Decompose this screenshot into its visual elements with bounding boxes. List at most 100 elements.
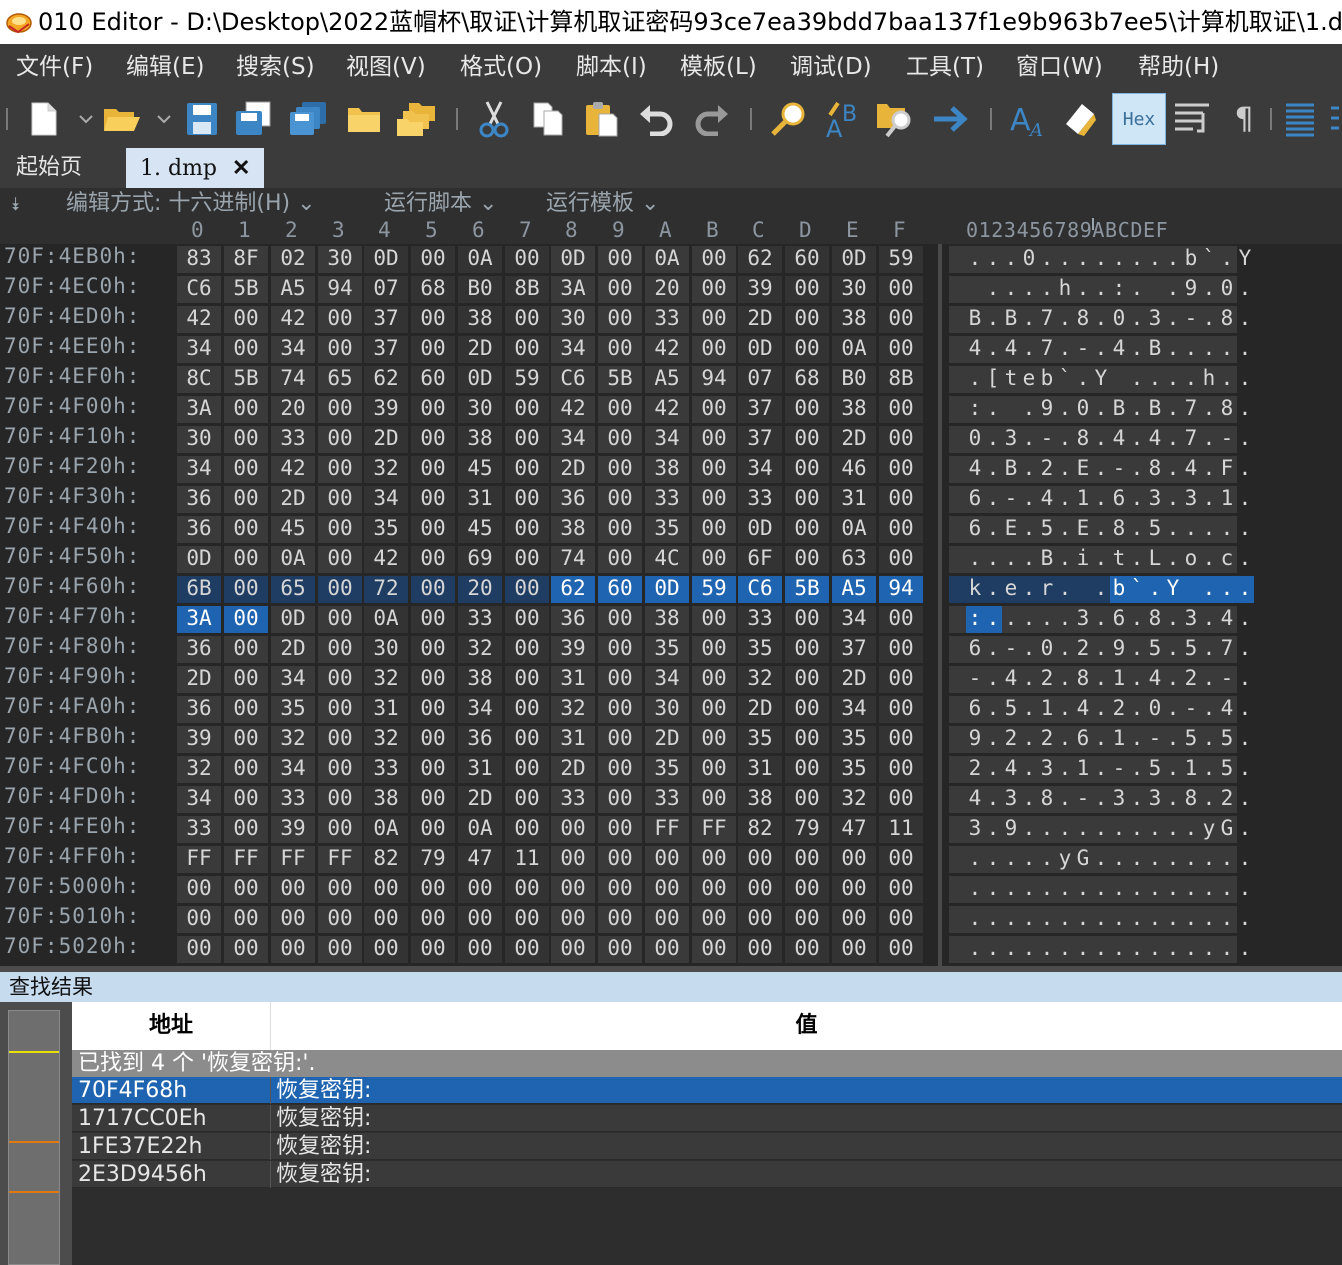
ascii-char[interactable]: .: [1164, 456, 1182, 483]
hex-byte[interactable]: 79: [411, 846, 455, 873]
ascii-char[interactable]: .: [1020, 606, 1038, 633]
ascii-char[interactable]: .: [1164, 876, 1182, 903]
hex-byte[interactable]: 00: [879, 726, 923, 753]
hex-row[interactable]: 70F:4F80h: 36 00 2D 00 30 00 32 00 39 00 35 00 35 00 37…: [0, 634, 1342, 664]
ascii-char[interactable]: 3: [1146, 486, 1164, 513]
hex-byte[interactable]: 36: [177, 486, 221, 513]
hex-byte[interactable]: 00: [785, 426, 829, 453]
menu-format[interactable]: 格式(O): [460, 44, 542, 90]
hex-byte[interactable]: 00: [224, 876, 268, 903]
result-row[interactable]: 70F4F68h 恢复密钥:: [72, 1077, 1342, 1104]
hex-byte[interactable]: 00: [411, 756, 455, 783]
ascii-char[interactable]: .: [984, 546, 1002, 573]
hex-byte[interactable]: 00: [692, 306, 736, 333]
hex-byte[interactable]: 00: [505, 906, 549, 933]
save-icon[interactable]: [180, 97, 224, 141]
hex-byte[interactable]: 00: [785, 726, 829, 753]
hex-byte[interactable]: 00: [879, 876, 923, 903]
hex-byte[interactable]: 0D: [177, 546, 221, 573]
hex-byte[interactable]: 00: [318, 456, 362, 483]
hex-byte[interactable]: 00: [598, 426, 642, 453]
column-header-address[interactable]: 地址: [72, 1002, 271, 1050]
ascii-char[interactable]: 2: [1038, 726, 1056, 753]
hex-byte[interactable]: 33: [738, 606, 782, 633]
hex-byte[interactable]: 00: [692, 876, 736, 903]
menu-search[interactable]: 搜索(S): [236, 44, 315, 90]
hex-byte[interactable]: 00: [505, 876, 549, 903]
ascii-char[interactable]: .: [1200, 456, 1218, 483]
ascii-char[interactable]: .: [1092, 666, 1110, 693]
hex-byte[interactable]: C6: [738, 576, 782, 603]
hex-byte[interactable]: 35: [271, 696, 315, 723]
open-folder-icon[interactable]: [100, 97, 144, 141]
ascii-char[interactable]: .: [1020, 756, 1038, 783]
ascii-char[interactable]: 3: [1146, 786, 1164, 813]
ascii-column[interactable]: :. .9.0.B.B.7.8.: [949, 396, 1251, 423]
hex-byte[interactable]: 2D: [458, 336, 502, 363]
ascii-char[interactable]: .: [984, 336, 1002, 363]
ascii-char[interactable]: .: [1128, 636, 1146, 663]
hex-byte[interactable]: 46: [832, 456, 876, 483]
hex-byte[interactable]: 00: [318, 936, 362, 963]
ascii-char[interactable]: .: [1074, 816, 1092, 843]
hex-byte[interactable]: 00: [505, 816, 549, 843]
hex-byte[interactable]: 00: [692, 606, 736, 633]
ascii-char[interactable]: B: [966, 306, 984, 333]
ascii-char[interactable]: c: [1218, 546, 1236, 573]
hex-byte[interactable]: 36: [177, 696, 221, 723]
ascii-char[interactable]: 4: [1146, 666, 1164, 693]
hex-byte[interactable]: 00: [224, 336, 268, 363]
ascii-char[interactable]: .: [1110, 816, 1128, 843]
ascii-char[interactable]: 6: [966, 696, 984, 723]
hex-byte[interactable]: 00: [224, 486, 268, 513]
hex-byte[interactable]: 07: [738, 366, 782, 393]
hex-byte[interactable]: 00: [505, 426, 549, 453]
hex-byte[interactable]: 33: [271, 426, 315, 453]
hex-byte[interactable]: 31: [364, 696, 408, 723]
ascii-char[interactable]: .: [1200, 276, 1218, 303]
ascii-char[interactable]: .: [1182, 936, 1200, 963]
hex-byte[interactable]: 59: [692, 576, 736, 603]
hex-byte[interactable]: 33: [271, 786, 315, 813]
ascii-char[interactable]: :: [966, 396, 984, 423]
ascii-char[interactable]: .: [1038, 606, 1056, 633]
hex-byte[interactable]: 00: [785, 606, 829, 633]
hex-byte[interactable]: 35: [832, 756, 876, 783]
hex-byte[interactable]: 00: [411, 786, 455, 813]
hex-byte[interactable]: 35: [364, 516, 408, 543]
ascii-char[interactable]: .: [966, 906, 984, 933]
ascii-char[interactable]: 1: [1038, 696, 1056, 723]
hex-byte[interactable]: 32: [177, 756, 221, 783]
ascii-char[interactable]: 0: [1218, 276, 1236, 303]
hex-byte[interactable]: 00: [692, 456, 736, 483]
hex-byte[interactable]: 34: [271, 756, 315, 783]
hex-byte[interactable]: 39: [177, 726, 221, 753]
ascii-char[interactable]: .: [1020, 396, 1038, 423]
hex-byte[interactable]: 2D: [551, 756, 595, 783]
hex-byte[interactable]: 2D: [271, 636, 315, 663]
hex-byte[interactable]: 00: [364, 936, 408, 963]
ascii-char[interactable]: 0: [966, 426, 984, 453]
ascii-char[interactable]: .: [984, 276, 1002, 303]
ascii-char[interactable]: .: [1182, 816, 1200, 843]
ascii-char[interactable]: .: [1056, 726, 1074, 753]
ascii-char[interactable]: .: [1092, 426, 1110, 453]
ascii-char[interactable]: 8: [1218, 306, 1236, 333]
ascii-char[interactable]: .: [1020, 846, 1038, 873]
hex-byte[interactable]: 00: [505, 546, 549, 573]
ascii-char[interactable]: 5: [1182, 726, 1200, 753]
ascii-char[interactable]: .: [1236, 846, 1254, 873]
hex-row[interactable]: 70F:4EF0h: 8C 5B 74 65 62 60 0D 59 C6 5B A5 94 07 68 B0…: [0, 364, 1342, 394]
ascii-char[interactable]: L: [1146, 546, 1164, 573]
hex-byte[interactable]: 00: [411, 936, 455, 963]
ascii-char[interactable]: .: [1236, 606, 1254, 633]
chevron-down-icon[interactable]: [78, 106, 94, 132]
find-icon[interactable]: [766, 97, 810, 141]
goto-icon[interactable]: [928, 97, 972, 141]
ascii-char[interactable]: .: [1236, 696, 1254, 723]
ascii-char[interactable]: .: [1164, 396, 1182, 423]
collapse-icon[interactable]: ⯯: [10, 194, 21, 215]
hex-byte[interactable]: 00: [645, 846, 689, 873]
hex-byte[interactable]: 00: [318, 786, 362, 813]
hex-byte[interactable]: 2D: [271, 486, 315, 513]
